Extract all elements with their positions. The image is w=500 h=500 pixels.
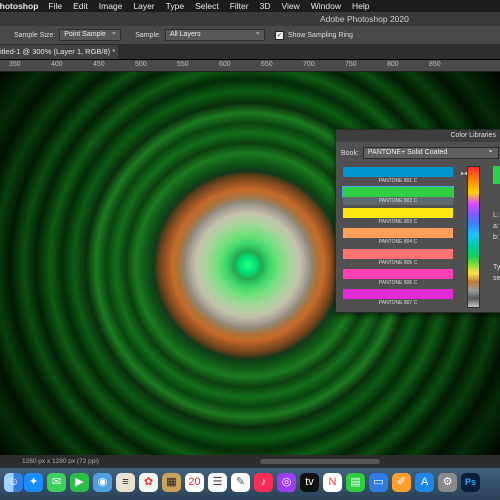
ruler-tick: 750 xyxy=(345,61,357,68)
lab-l-label: L: xyxy=(493,212,499,219)
app-store-icon[interactable]: A xyxy=(415,473,434,492)
ruler-tick: 850 xyxy=(429,61,441,68)
dock: ☺ ✦ ✉ ▶ ◉ ≡ ✿ ▦ 20 ☰ ✎ ♪ ◎ tv N ▤ ▭ ✐ A … xyxy=(0,468,500,500)
ruler-tick: 600 xyxy=(219,61,231,68)
type-hint-text: Ty xyxy=(493,264,500,271)
swatch-label[interactable]: PANTONE 807 C xyxy=(343,299,453,307)
swatch-label[interactable]: PANTONE 803 C xyxy=(343,218,453,226)
menu-layer[interactable]: Layer xyxy=(133,1,154,11)
music-icon[interactable]: ♪ xyxy=(254,473,273,492)
menu-bar: Photoshop File Edit Image Layer Type Sel… xyxy=(0,0,500,12)
ruler-tick: 350 xyxy=(9,61,21,68)
panel-title[interactable]: Color Libraries xyxy=(336,130,500,142)
keynote-2-icon[interactable]: ▭ xyxy=(369,473,388,492)
sample-label: Sample: xyxy=(135,31,161,39)
document-tab[interactable]: itled-1 @ 300% (Layer 1, RGB/8) * xyxy=(0,45,118,59)
book-row: Book: PANTONE+ Solid Coated xyxy=(341,145,499,159)
status-bar: 1280 px x 1280 px (72 ppi) xyxy=(0,455,500,468)
tv-icon[interactable]: tv xyxy=(300,473,319,492)
app-menu[interactable]: Photoshop xyxy=(0,1,38,11)
notes-icon[interactable]: ≡ xyxy=(116,473,135,492)
lab-a-label: a: xyxy=(493,223,499,230)
swatch-color-selected[interactable] xyxy=(342,186,454,198)
color-preview xyxy=(493,166,500,184)
sample-size-dropdown[interactable]: Point Sample xyxy=(59,27,122,41)
swatch-label[interactable]: PANTONE 805 C xyxy=(343,259,453,267)
contacts-icon[interactable]: ◉ xyxy=(93,473,112,492)
tool-options-bar: Sample Size: Point Sample Sample: All La… xyxy=(0,26,500,45)
news-icon[interactable]: N xyxy=(323,473,342,492)
menu-image[interactable]: Image xyxy=(99,1,123,11)
ruler-tick: 800 xyxy=(387,61,399,68)
numbers-icon[interactable]: ▤ xyxy=(346,473,365,492)
ruler-tick: 450 xyxy=(93,61,105,68)
ruler-tick: 700 xyxy=(303,61,315,68)
menu-window[interactable]: Window xyxy=(311,1,341,11)
show-sampling-ring-checkbox[interactable]: ✓ xyxy=(274,30,284,40)
menu-edit[interactable]: Edit xyxy=(73,1,88,11)
swatch-list: PANTONE 801 C PANTONE 802 C PANTONE 803 … xyxy=(341,165,458,307)
type-hint-text-2: se xyxy=(493,275,500,282)
swatch-color[interactable] xyxy=(343,228,453,238)
swatch-color[interactable] xyxy=(343,289,453,299)
menu-help[interactable]: Help xyxy=(352,1,369,11)
system-preferences-icon[interactable]: ⚙ xyxy=(438,473,457,492)
messages-icon[interactable]: ✉ xyxy=(47,473,66,492)
photoshop-icon[interactable]: Ps xyxy=(461,473,480,492)
sample-dropdown[interactable]: All Layers xyxy=(164,27,265,41)
horizontal-scrollbar[interactable] xyxy=(260,459,380,464)
swatch-color[interactable] xyxy=(343,249,453,259)
safari-icon[interactable]: ✦ xyxy=(24,473,43,492)
book-dropdown[interactable]: PANTONE+ Solid Coated xyxy=(362,145,499,159)
lab-b-label: b: xyxy=(493,234,499,241)
document-tab-bar: itled-1 @ 300% (Layer 1, RGB/8) * xyxy=(0,45,500,59)
color-libraries-panel: Color Libraries Book: PANTONE+ Solid Coa… xyxy=(335,129,500,313)
menu-filter[interactable]: Filter xyxy=(230,1,249,11)
swatch-label[interactable]: PANTONE 806 C xyxy=(343,279,453,287)
document-dimensions: 1280 px x 1280 px (72 ppi) xyxy=(22,458,99,465)
keynote-icon[interactable]: ▦ xyxy=(162,473,181,492)
book-label: Book: xyxy=(341,149,359,157)
show-sampling-ring-label: Show Sampling Ring xyxy=(287,31,353,39)
ruler-tick: 500 xyxy=(135,61,147,68)
photos-icon[interactable]: ✿ xyxy=(139,473,158,492)
swatch-label[interactable]: PANTONE 801 C xyxy=(343,177,453,185)
facetime-icon[interactable]: ▶ xyxy=(70,473,89,492)
sample-size-label: Sample Size: xyxy=(14,31,56,39)
horizontal-ruler: 350 400 450 500 550 600 650 700 750 800 … xyxy=(0,60,500,72)
menu-type[interactable]: Type xyxy=(166,1,184,11)
swatch-color[interactable] xyxy=(343,167,453,177)
swatch-label[interactable]: PANTONE 804 C xyxy=(343,238,453,246)
podcasts-icon[interactable]: ◎ xyxy=(277,473,296,492)
swatch-color[interactable] xyxy=(343,208,453,218)
swatch-color[interactable] xyxy=(343,269,453,279)
ruler-tick: 550 xyxy=(177,61,189,68)
window-title-bar: Adobe Photoshop 2020 xyxy=(0,12,500,26)
window-title: Adobe Photoshop 2020 xyxy=(320,14,409,24)
pages-2-icon[interactable]: ✐ xyxy=(392,473,411,492)
calendar-icon[interactable]: 20 xyxy=(185,473,204,492)
menu-file[interactable]: File xyxy=(48,1,62,11)
color-spectrum-slider[interactable] xyxy=(467,166,480,308)
reminders-icon[interactable]: ☰ xyxy=(208,473,227,492)
menu-view[interactable]: View xyxy=(281,1,299,11)
ruler-tick: 400 xyxy=(51,61,63,68)
finder-icon[interactable]: ☺ xyxy=(4,473,23,492)
menu-select[interactable]: Select xyxy=(195,1,219,11)
menu-3d[interactable]: 3D xyxy=(260,1,271,11)
swatch-label-selected[interactable]: PANTONE 802 C xyxy=(343,197,453,205)
ruler-tick: 650 xyxy=(261,61,273,68)
pages-icon[interactable]: ✎ xyxy=(231,473,250,492)
